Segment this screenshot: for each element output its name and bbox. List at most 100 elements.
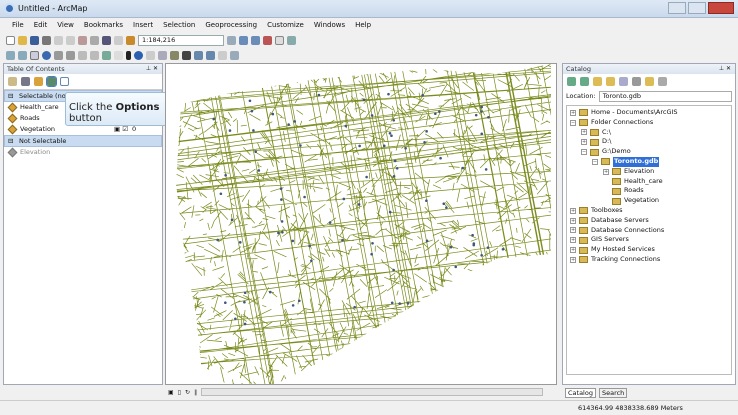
- list-by-source-icon[interactable]: [21, 77, 30, 86]
- forward-icon[interactable]: [580, 77, 589, 86]
- expand-icon[interactable]: +: [570, 227, 576, 234]
- toggle-contents-icon[interactable]: [619, 77, 628, 86]
- editor-icon[interactable]: [227, 35, 236, 45]
- expand-icon[interactable]: +: [603, 168, 609, 175]
- menu-insert[interactable]: Insert: [133, 21, 153, 29]
- find-icon[interactable]: [182, 50, 191, 60]
- refresh-button[interactable]: ↻: [185, 389, 190, 396]
- catalog-tree-item[interactable]: + Elevation: [570, 167, 731, 177]
- expand-icon[interactable]: +: [570, 237, 576, 244]
- disconnect-folder-icon[interactable]: [658, 77, 667, 86]
- identify-icon[interactable]: [134, 50, 143, 60]
- hyperlink-icon[interactable]: [146, 50, 155, 60]
- time-slider-icon[interactable]: [218, 50, 227, 60]
- home-icon[interactable]: [606, 77, 615, 86]
- map-canvas[interactable]: [166, 64, 556, 384]
- collapse-icon[interactable]: ⊟: [8, 91, 13, 101]
- open-icon[interactable]: [18, 35, 27, 45]
- menu-bookmarks[interactable]: Bookmarks: [84, 21, 123, 29]
- catalog-tree-item[interactable]: + GIS Servers: [570, 235, 731, 245]
- menu-customize[interactable]: Customize: [267, 21, 304, 29]
- modelbuilder-icon[interactable]: [287, 35, 296, 45]
- select-features-icon[interactable]: [102, 50, 111, 60]
- data-view-button[interactable]: ▣: [168, 389, 174, 396]
- catalog-pin-close-icon[interactable]: ⊥ ✕: [719, 65, 731, 72]
- menu-geoprocessing[interactable]: Geoprocessing: [205, 21, 257, 29]
- list-by-visibility-icon[interactable]: [34, 77, 43, 86]
- full-extent-icon[interactable]: [42, 50, 51, 60]
- horizontal-scrollbar[interactable]: [201, 388, 543, 396]
- catalog-tree-item[interactable]: + Database Connections: [570, 226, 731, 236]
- expand-icon[interactable]: +: [570, 207, 576, 214]
- expand-icon[interactable]: +: [570, 109, 576, 116]
- back-icon[interactable]: [78, 50, 87, 60]
- measure-icon[interactable]: [170, 50, 179, 60]
- paste-icon[interactable]: [78, 35, 87, 45]
- list-by-drawing-order-icon[interactable]: [8, 77, 17, 86]
- collapse-icon[interactable]: ⊟: [8, 136, 13, 146]
- viewer-icon[interactable]: [230, 50, 239, 60]
- catalog-tree-item[interactable]: − G:\Demo: [570, 147, 731, 157]
- minimize-button[interactable]: [668, 2, 686, 14]
- up-icon[interactable]: [593, 77, 602, 86]
- toc-pin-close-icon[interactable]: ⊥ ✕: [146, 65, 158, 72]
- clear-selection-icon[interactable]: [114, 50, 123, 60]
- layout-view-button[interactable]: ▯: [178, 389, 181, 396]
- undo-icon[interactable]: [102, 35, 111, 45]
- catalog-tree-item[interactable]: + D:\: [570, 137, 731, 147]
- expand-icon[interactable]: −: [592, 158, 598, 165]
- catalog-tree-item[interactable]: Roads: [570, 186, 731, 196]
- expand-icon[interactable]: +: [581, 129, 587, 136]
- redo-icon[interactable]: [114, 35, 123, 45]
- find-route-icon[interactable]: [194, 50, 203, 60]
- map-view[interactable]: [165, 63, 557, 385]
- catalog-tree-item[interactable]: + Home - Documents\ArcGIS: [570, 108, 731, 118]
- catalog-window-icon[interactable]: [251, 35, 260, 45]
- print-icon[interactable]: [42, 35, 51, 45]
- copy-icon[interactable]: [66, 35, 75, 45]
- catalog-tree-item[interactable]: + My Hosted Services: [570, 245, 731, 255]
- views-icon[interactable]: [632, 77, 641, 86]
- catalog-tree-item[interactable]: + Toolboxes: [570, 206, 731, 216]
- forward-icon[interactable]: [90, 50, 99, 60]
- connect-folder-icon[interactable]: [645, 77, 654, 86]
- catalog-tree-item[interactable]: − Folder Connections: [570, 118, 731, 128]
- pause-button[interactable]: ∥: [194, 389, 197, 396]
- save-icon[interactable]: [30, 35, 39, 45]
- menu-file[interactable]: File: [12, 21, 24, 29]
- location-input[interactable]: Toronto.gdb: [598, 90, 732, 102]
- delete-icon[interactable]: [90, 35, 99, 45]
- catalog-tree-item[interactable]: Vegetation: [570, 196, 731, 206]
- table-icon[interactable]: [239, 35, 248, 45]
- catalog-tree-item[interactable]: + Tracking Connections: [570, 255, 731, 265]
- catalog-tab[interactable]: Catalog: [565, 388, 596, 398]
- catalog-tree-item[interactable]: + C:\: [570, 128, 731, 138]
- catalog-tree-item[interactable]: + Database Servers: [570, 216, 731, 226]
- list-by-selection-icon[interactable]: [46, 76, 57, 87]
- expand-icon[interactable]: −: [570, 119, 576, 126]
- fixed-zoom-in-icon[interactable]: [54, 50, 63, 60]
- html-popup-icon[interactable]: [158, 50, 167, 60]
- zoom-out-icon[interactable]: [18, 50, 27, 60]
- expand-icon[interactable]: +: [581, 139, 587, 146]
- add-data-icon[interactable]: [126, 35, 135, 45]
- catalog-tree-item[interactable]: Health_care: [570, 177, 731, 187]
- maximize-button[interactable]: [688, 2, 706, 14]
- options-button[interactable]: [60, 77, 69, 86]
- cut-icon[interactable]: [54, 35, 63, 45]
- menu-view[interactable]: View: [57, 21, 74, 29]
- expand-icon[interactable]: +: [570, 217, 576, 224]
- new-icon[interactable]: [6, 35, 15, 45]
- toc-group-not-selectable[interactable]: ⊟ Not Selectable: [4, 135, 162, 147]
- menu-windows[interactable]: Windows: [314, 21, 345, 29]
- map-scale-input[interactable]: 1:184,216: [138, 34, 224, 46]
- go-to-xy-icon[interactable]: [206, 50, 215, 60]
- pan-icon[interactable]: [30, 50, 39, 60]
- menu-help[interactable]: Help: [355, 21, 371, 29]
- search-tab[interactable]: Search: [598, 388, 628, 398]
- python-icon[interactable]: [275, 35, 284, 45]
- toc-layer-elevation[interactable]: Elevation: [4, 147, 162, 158]
- back-icon[interactable]: [567, 77, 576, 86]
- toolbox-icon[interactable]: [263, 35, 272, 45]
- expand-icon[interactable]: −: [581, 149, 587, 156]
